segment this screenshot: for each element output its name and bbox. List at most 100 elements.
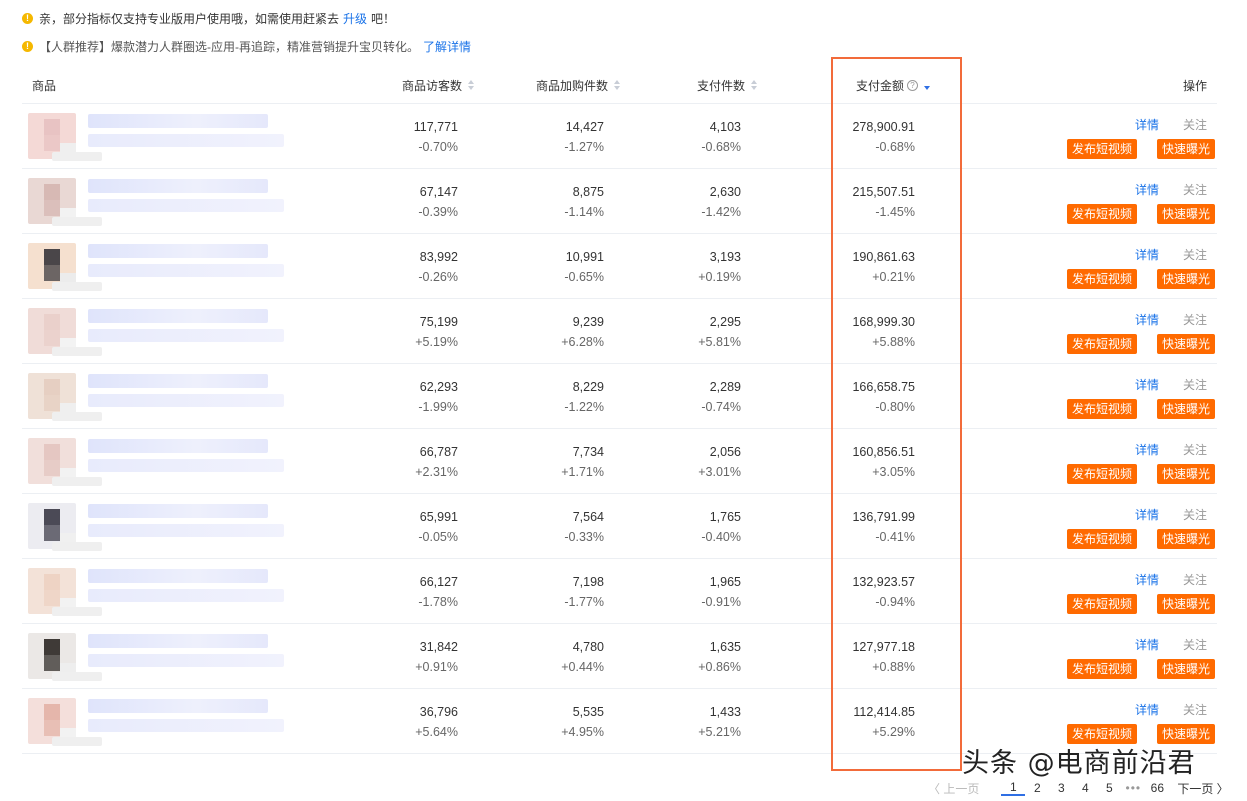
follow-link[interactable]: 关注 [1183,181,1207,198]
paid-items-cell: 2,630 -1.42% [701,169,741,234]
sort-caret-icon[interactable] [924,80,930,90]
paid-items-value: 2,289 [709,379,741,394]
follow-link[interactable]: 关注 [1183,571,1207,588]
cart-cell: 14,427 -1.27% [564,104,604,169]
page-3[interactable]: 3 [1049,781,1073,795]
paid-amount-value: 127,977.18 [852,639,915,654]
sort-caret-icon[interactable] [614,80,620,90]
product-title-blurred[interactable] [88,439,268,453]
quick-expose-button[interactable]: 快速曝光 [1156,334,1215,354]
column-paid-amount[interactable]: 支付金额 ? [856,66,930,104]
follow-link[interactable]: 关注 [1183,116,1207,133]
column-cart-label: 商品加购件数 [535,78,608,93]
paid-items-change: -0.40% [701,529,741,544]
paid-items-change: +5.21% [698,724,741,739]
quick-expose-button[interactable]: 快速曝光 [1156,464,1215,484]
visitors-value: 83,992 [419,249,458,264]
publish-video-button[interactable]: 发布短视频 [1066,464,1137,484]
publish-video-button[interactable]: 发布短视频 [1066,529,1137,549]
learn-more-link[interactable]: 了解详情 [423,38,471,55]
quick-expose-button[interactable]: 快速曝光 [1156,269,1215,289]
detail-link[interactable]: 详情 [1135,571,1159,588]
publish-video-button[interactable]: 发布短视频 [1066,269,1137,289]
paid-items-cell: 1,965 -0.91% [701,559,741,624]
paid-amount-value: 112,414.85 [853,704,915,719]
page-5[interactable]: 5 [1097,781,1121,795]
follow-link[interactable]: 关注 [1183,246,1207,263]
quick-expose-button[interactable]: 快速曝光 [1156,659,1215,679]
visitors-change: -1.78% [418,594,458,609]
publish-video-button[interactable]: 发布短视频 [1066,204,1137,224]
page-ellipsis[interactable]: ••• [1121,781,1145,795]
page-last[interactable]: 66 [1145,781,1169,795]
follow-link[interactable]: 关注 [1183,441,1207,458]
column-visitors[interactable]: 商品访客数 [402,66,474,104]
prev-page-button[interactable]: 〈 上一页 [928,780,979,797]
product-subtitle-blurred [88,394,284,407]
paid-amount-cell: 127,977.18 +0.88% [852,624,915,689]
paid-items-cell: 1,433 +5.21% [698,689,741,754]
follow-link[interactable]: 关注 [1183,701,1207,718]
page-2[interactable]: 2 [1025,781,1049,795]
next-page-button[interactable]: 下一页 〉 [1177,780,1228,797]
detail-link[interactable]: 详情 [1135,246,1159,263]
detail-link[interactable]: 详情 [1135,636,1159,653]
product-title-blurred[interactable] [88,244,268,258]
paid-amount-value: 136,791.99 [852,509,915,524]
detail-link[interactable]: 详情 [1135,116,1159,133]
quick-expose-button[interactable]: 快速曝光 [1156,204,1215,224]
product-title-blurred[interactable] [88,309,268,323]
cart-cell: 8,875 -1.14% [564,169,604,234]
sort-caret-icon[interactable] [751,80,757,90]
publish-video-button[interactable]: 发布短视频 [1066,659,1137,679]
column-paid-items[interactable]: 支付件数 [697,66,757,104]
question-circle-icon[interactable]: ? [907,79,918,91]
cart-change: +1.71% [561,464,604,479]
crowd-notice: ! 【人群推荐】 爆款潜力人群圈选-应用-再追踪，精准营销提升宝贝转化。 了解详… [22,37,475,55]
product-subtitle-blurred [88,654,284,667]
quick-expose-button[interactable]: 快速曝光 [1156,399,1215,419]
cart-cell: 5,535 +4.95% [561,689,604,754]
paid-amount-value: 168,999.30 [852,314,915,329]
paid-amount-change: +5.29% [872,724,915,739]
follow-link[interactable]: 关注 [1183,506,1207,523]
paid-items-value: 1,433 [709,704,741,719]
product-title-blurred[interactable] [88,699,268,713]
quick-expose-button[interactable]: 快速曝光 [1156,594,1215,614]
table-row: 66,787 +2.31% 7,734 +1.71% 2,056 +3.01% … [22,429,1217,494]
page-1[interactable]: 1 [1001,780,1026,796]
product-title-blurred[interactable] [88,634,268,648]
detail-link[interactable]: 详情 [1135,311,1159,328]
visitors-value: 66,787 [419,444,458,459]
paid-items-cell: 2,056 +3.01% [698,429,741,494]
publish-video-button[interactable]: 发布短视频 [1066,594,1137,614]
product-title-blurred[interactable] [88,504,268,518]
quick-expose-button[interactable]: 快速曝光 [1156,529,1215,549]
column-cart[interactable]: 商品加购件数 [536,66,620,104]
row-actions: 详情 关注 发布短视频 快速曝光 [1066,234,1217,299]
page-4[interactable]: 4 [1073,781,1097,795]
detail-link[interactable]: 详情 [1135,701,1159,718]
product-title-blurred[interactable] [88,114,268,128]
product-title-blurred[interactable] [88,179,268,193]
sort-caret-icon[interactable] [468,80,474,90]
follow-link[interactable]: 关注 [1183,636,1207,653]
detail-link[interactable]: 详情 [1135,376,1159,393]
follow-link[interactable]: 关注 [1183,311,1207,328]
detail-link[interactable]: 详情 [1135,181,1159,198]
paid-amount-change: -0.68% [875,139,915,154]
paid-items-value: 1,965 [709,574,741,589]
publish-video-button[interactable]: 发布短视频 [1066,139,1137,159]
upgrade-link[interactable]: 升级 [343,10,367,27]
detail-link[interactable]: 详情 [1135,441,1159,458]
quick-expose-button[interactable]: 快速曝光 [1156,139,1215,159]
product-title-blurred[interactable] [88,569,268,583]
product-subtitle-blurred [88,524,284,537]
table-row: 62,293 -1.99% 8,229 -1.22% 2,289 -0.74% … [22,364,1217,429]
publish-video-button[interactable]: 发布短视频 [1066,399,1137,419]
product-title-blurred[interactable] [88,374,268,388]
follow-link[interactable]: 关注 [1183,376,1207,393]
publish-video-button[interactable]: 发布短视频 [1066,334,1137,354]
cart-change: -1.22% [564,399,604,414]
detail-link[interactable]: 详情 [1135,506,1159,523]
